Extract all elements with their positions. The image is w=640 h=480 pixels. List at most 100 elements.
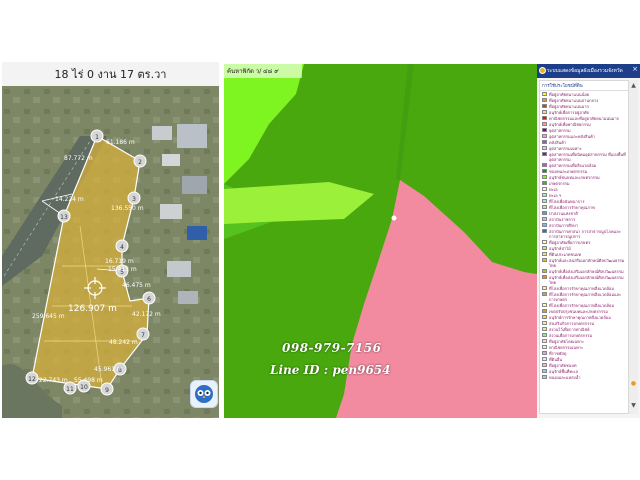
svg-text:3: 3 <box>132 196 136 203</box>
vertex-12[interactable]: 12 <box>25 371 39 385</box>
owl-icon <box>195 385 213 403</box>
legend-swatch <box>542 321 547 325</box>
side-length: 136.550 m <box>111 205 144 212</box>
legend-swatch <box>542 152 547 156</box>
legend-item-label: ที่โล่งเพื่อการรักษาคุณภาพสิ่งแวดล้อมและ… <box>549 291 622 302</box>
legend-item-label: ทะเล <box>549 186 558 192</box>
owl-location-button[interactable] <box>190 380 218 408</box>
side-length: 45.961 m <box>94 366 123 373</box>
chevron-down-icon[interactable]: ▼ <box>630 402 637 409</box>
legend-item-label: อนุรักษ์ชนบทและเกษตรกรรม <box>549 174 600 180</box>
legend-item-label: ที่อยู่อาศัยเพื่อการเกษตร <box>549 239 591 245</box>
legend-swatch <box>542 275 547 279</box>
legend-item[interactable]: อนุรักษ์เพื่อส่งเสริมเอกลักษณ์ศิลปวัฒนธร… <box>540 268 628 274</box>
legend-item-label: ที่ราชพัสดุ <box>549 350 567 356</box>
legend-swatch <box>542 309 547 313</box>
legend-item[interactable]: ที่โล่งเพื่อการรักษาคุณภาพสิ่งแวดล้อมและ… <box>540 291 628 302</box>
coordinate-search[interactable]: ค้นหาพิกัด ว/ ๔๘ ๙ <box>224 64 302 78</box>
legend-swatch <box>542 98 547 102</box>
legend-swatch <box>542 327 547 331</box>
area-title: 18 ไร่ 0 งาน 17 ตร.วา <box>2 62 219 87</box>
legend-swatch <box>542 240 547 244</box>
side-length: 87.772 m <box>64 155 93 162</box>
legend-item-label: ที่อยู่อาศัยหนาแน่นปานกลาง <box>549 97 599 103</box>
chevron-up-icon[interactable]: ▲ <box>630 82 637 89</box>
vertex-9[interactable]: 9 <box>100 382 114 396</box>
legend-swatch <box>542 292 547 296</box>
legend-swatch <box>542 217 547 221</box>
building <box>182 176 207 194</box>
legend-item-label: ที่โล่งเพื่อการรักษาคุณภาพสิ่งแวดล้อม <box>549 302 615 308</box>
legend-item[interactable]: พาณิชยกรรมและที่อยู่อาศัยหนาแน่นมาก <box>540 115 628 121</box>
legend-item-label: อุตสาหกรรมและคลังสินค้า <box>549 133 596 139</box>
svg-text:12: 12 <box>28 376 36 383</box>
svg-text:6: 6 <box>147 296 151 303</box>
legend-item[interactable]: หนองและแหล่งน้ำ <box>540 374 628 380</box>
legend-swatch <box>542 286 547 290</box>
legend-item-label: อนุรักษ์เพื่อส่งเสริมเอกลักษณ์ศิลปวัฒนธร… <box>549 274 624 285</box>
legend-item[interactable]: อุตสาหกรรมเพื่อนิคมอุตสาหกรรม ที่แบ่งพื้… <box>540 151 628 162</box>
satellite-map[interactable]: 126.907 m 1 2 3 4 5 6 7 8 9 10 11 12 13 … <box>2 86 219 418</box>
pin-icon[interactable]: ● <box>630 380 637 387</box>
vertex-4[interactable]: 4 <box>115 239 129 253</box>
legend-scrollbar[interactable]: ▲ ● ▼ <box>629 80 638 414</box>
side-length: 61.186 m <box>106 139 135 146</box>
legend-item-label: ส่งเสริมกิจการเกษตรกรรม <box>549 320 595 326</box>
legend-item-label: ทะเล ฯ <box>549 192 562 198</box>
side-length: 42.172 m <box>132 311 161 318</box>
legend-item-label: ที่อยู่อาศัยชนบท <box>549 362 577 368</box>
legend-swatch <box>542 122 547 126</box>
side-length: 16.719 m <box>105 258 134 265</box>
svg-text:11: 11 <box>66 386 74 393</box>
legend-item-label: เขตปรับปรุงชนบทและเกษตรกรรม <box>549 308 608 314</box>
legend-item-label: สงวนเพื่อการเกษตรกรรม <box>549 332 593 338</box>
vertex-1[interactable]: 1 <box>90 129 104 143</box>
legend-item-label: อุตสาหกรรมเฉพาะ <box>549 145 582 151</box>
legend-item-label: อุตสาหกรรมเพื่อสิ่งแวดล้อม <box>549 162 597 168</box>
legend-swatch <box>542 339 547 343</box>
building <box>187 226 207 240</box>
legend-item[interactable]: อนุรักษ์และส่งเสริมเอกลักษณ์ศิลปวัฒนธรรม… <box>540 257 628 268</box>
lineid-overlay: Line ID : pen9654 <box>270 363 391 377</box>
close-icon[interactable]: × <box>632 65 638 73</box>
legend-item-label: อุตสาหกรรม <box>549 127 571 133</box>
legend-item[interactable]: สถาบันการศาสนา การสาธารณูปโภคและการสาธาร… <box>540 228 628 239</box>
vertex-3[interactable]: 3 <box>127 191 141 205</box>
legend-swatch <box>542 134 547 138</box>
legend-item-label: อนุรักษ์พื้นที่ทะเล <box>549 368 578 374</box>
legend-swatch <box>542 211 547 215</box>
legend-item[interactable]: อนุรักษ์เพื่อส่งเสริมเอกลักษณ์ศิลปวัฒนธร… <box>540 274 628 285</box>
legend-item-label: ป่าสงวนแห่งชาติ <box>549 210 578 216</box>
legend-swatch <box>542 258 547 262</box>
building <box>152 126 172 140</box>
side-length: 48.242 m <box>109 339 138 346</box>
legend-header: ระบบแสดงข้อมูลผังเมืองรวมจังหวัด <box>537 64 640 78</box>
legend-item-label: ที่ดินประเภทชนบท <box>549 251 582 257</box>
dpt-logo-icon <box>539 67 546 74</box>
side-length: 22.743 m <box>39 377 68 384</box>
legend-item-label: สงวนไว้เพื่อการพาณิชย์ <box>549 326 590 332</box>
building <box>178 291 198 304</box>
legend-swatch <box>542 205 547 209</box>
legend-swatch <box>542 363 547 367</box>
legend-item-label: สถาบันราชการ <box>549 216 576 222</box>
legend-item-label: ที่อยู่อาศัยโดยเฉพาะ <box>549 338 585 344</box>
legend-panel: ระบบแสดงข้อมูลผังเมืองรวมจังหวัด × การใช… <box>537 64 640 418</box>
vertex-2[interactable]: 2 <box>133 154 147 168</box>
legend-title: ระบบแสดงข้อมูลผังเมืองรวมจังหวัด <box>547 68 623 74</box>
side-length: 259.645 m <box>32 313 65 320</box>
legend-list[interactable]: การใช้ประโยชน์ที่ดิน ที่อยู่อาศัยหนาแน่น… <box>539 80 629 414</box>
legend-item-label: เกษตรกรรม <box>549 180 570 186</box>
legend-swatch <box>542 252 547 256</box>
building <box>167 261 191 277</box>
legend-item-label: ที่โล่งเพื่อนันทนาการ <box>549 198 585 204</box>
vertex-6[interactable]: 6 <box>142 291 156 305</box>
legend-swatch <box>542 104 547 108</box>
legend-item-label: ที่โล่งเพื่อการรักษาคุณภาพสิ่งแวดล้อม <box>549 285 615 291</box>
legend-swatch <box>542 303 547 307</box>
svg-text:1: 1 <box>95 134 99 141</box>
vertex-7[interactable]: 7 <box>136 327 150 341</box>
vertex-13[interactable]: 13 <box>57 209 71 223</box>
legend-swatch <box>542 199 547 203</box>
legend-swatch <box>542 269 547 273</box>
